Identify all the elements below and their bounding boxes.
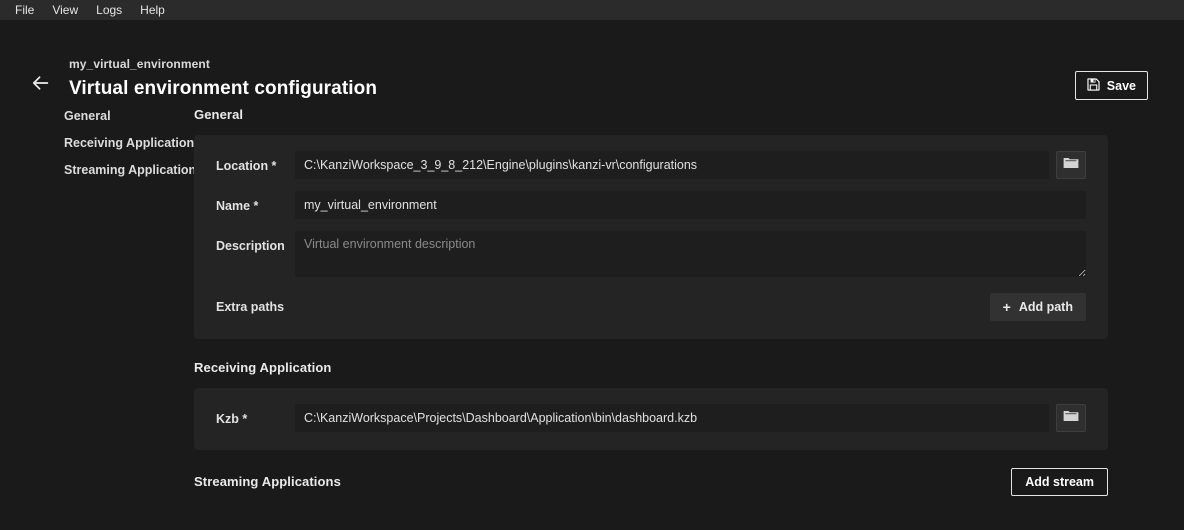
folder-icon (1063, 409, 1079, 427)
description-textarea[interactable] (295, 231, 1086, 277)
section-heading-receiving-application: Receiving Application (194, 360, 332, 375)
breadcrumb: my_virtual_environment (69, 57, 210, 71)
kzb-field-area (295, 404, 1086, 432)
streaming-applications-row: Streaming Applications Add stream (194, 468, 1108, 496)
arrow-left-icon (31, 75, 51, 91)
sidebar-item-streaming-applications[interactable]: Streaming Applications (64, 162, 203, 179)
sidebar-nav: General Receiving Application Streaming … (0, 102, 203, 496)
menu-bar: File View Logs Help (0, 0, 1184, 20)
description-field-area (295, 231, 1086, 277)
menu-item-view[interactable]: View (43, 0, 87, 20)
menu-item-logs[interactable]: Logs (87, 0, 131, 20)
title-block: my_virtual_environment Virtual environme… (69, 54, 377, 102)
kzb-label: Kzb * (216, 412, 248, 426)
description-label: Description (216, 239, 285, 253)
location-input[interactable] (295, 151, 1049, 179)
location-field-area (295, 151, 1086, 179)
name-label: Name * (216, 199, 259, 213)
section-heading-general: General (194, 107, 244, 122)
plus-icon: + (1002, 299, 1011, 315)
menu-item-file[interactable]: File (6, 0, 43, 20)
kzb-input[interactable] (295, 404, 1049, 432)
page-body: General Receiving Application Streaming … (0, 102, 1184, 496)
kzb-browse-button[interactable] (1056, 404, 1086, 432)
general-panel: Location * C:\KanziWorkspace_3_9_8_212\E… (194, 135, 1108, 339)
page-container: my_virtual_environment Virtual environme… (0, 20, 1184, 530)
add-path-button-label: Add path (1018, 300, 1073, 314)
menu-item-help[interactable]: Help (131, 0, 174, 20)
receiving-application-panel: Kzb * (194, 388, 1108, 450)
sidebar-item-receiving-application[interactable]: Receiving Application (64, 135, 194, 152)
name-input[interactable] (295, 191, 1086, 219)
page-title: Virtual environment configuration (69, 78, 378, 99)
page-header: my_virtual_environment Virtual environme… (0, 20, 1184, 102)
add-path-button[interactable]: + Add path (989, 293, 1086, 321)
floppy-disk-save-icon (1087, 77, 1100, 94)
settings-content: General Location * C:\KanziWorkspace_3_9… (194, 102, 1184, 496)
save-button-label: Save (1106, 78, 1136, 93)
location-browse-button[interactable] (1056, 151, 1086, 179)
location-label: Location * (216, 159, 277, 173)
name-field-area (295, 191, 1086, 219)
section-heading-streaming-applications: Streaming Applications (194, 474, 341, 489)
form-row-kzb: Kzb * (216, 404, 1086, 432)
form-row-extra-paths: Extra paths + Add path (216, 293, 1086, 321)
extra-paths-label: Extra paths (216, 299, 285, 314)
form-row-description: Description (216, 231, 1086, 277)
sidebar-item-general[interactable]: General (64, 108, 194, 125)
form-row-location: Location * (216, 151, 1086, 179)
save-button[interactable]: Save (1074, 71, 1148, 100)
add-stream-button[interactable]: Add stream (1011, 468, 1108, 496)
form-row-name: Name * (216, 191, 1086, 219)
folder-icon (1063, 156, 1079, 174)
back-button[interactable] (24, 66, 58, 100)
